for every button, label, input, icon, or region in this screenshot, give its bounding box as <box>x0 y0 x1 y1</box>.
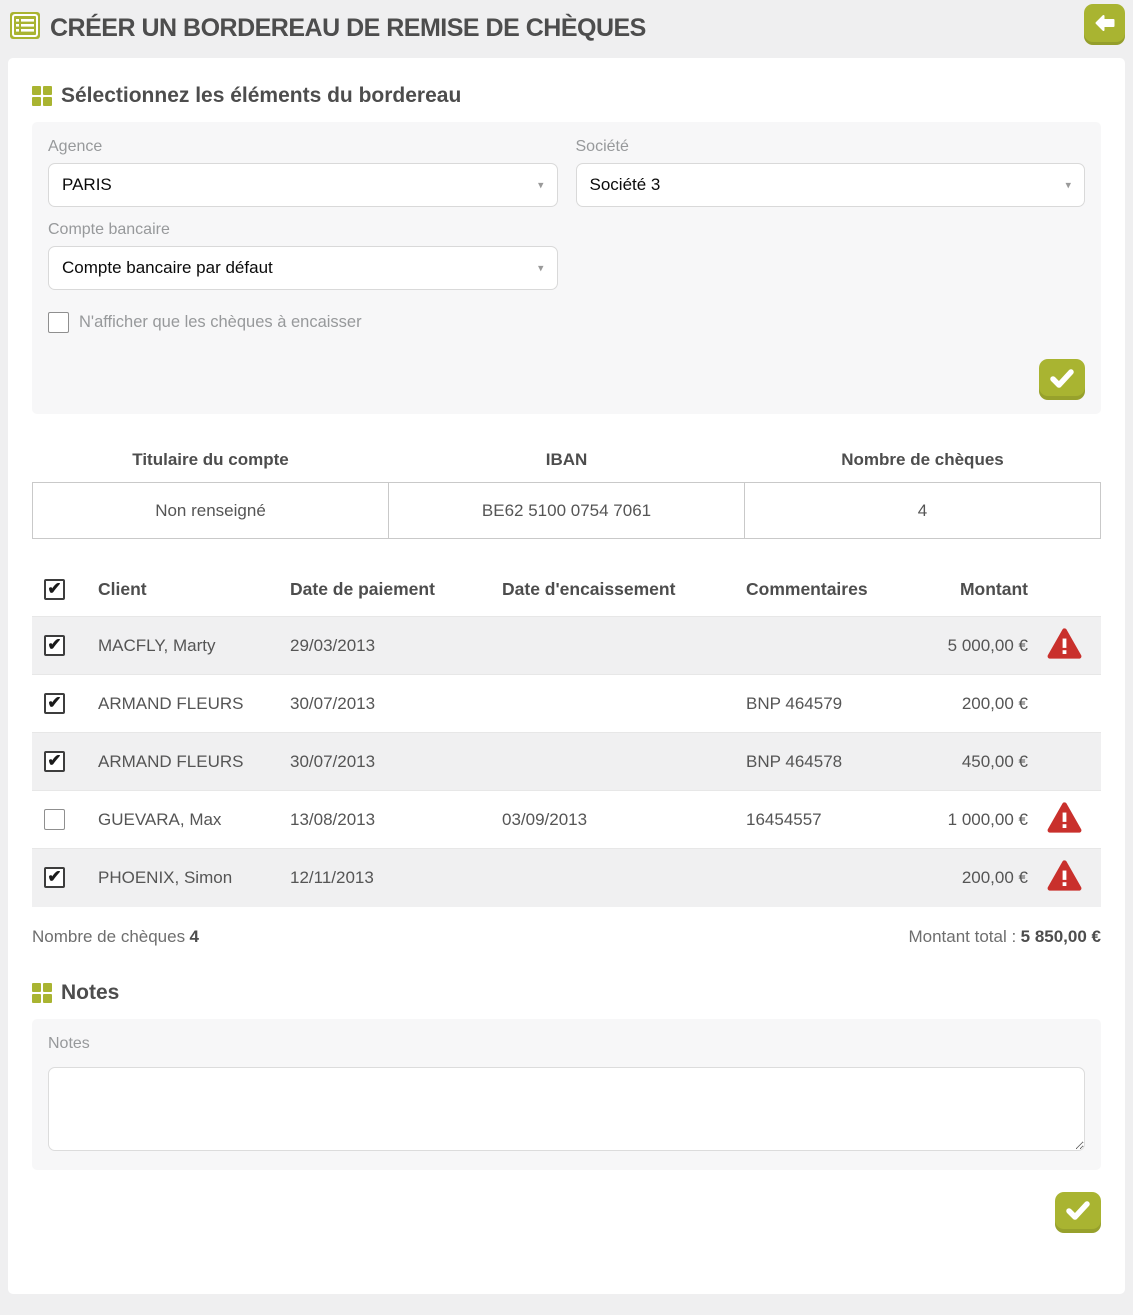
row-checkbox[interactable] <box>44 693 65 714</box>
titulaire-value: Non renseigné <box>33 483 389 539</box>
main-card: Sélectionnez les éléments du bordereau A… <box>8 58 1125 1294</box>
date-paiement-cell: 30/07/2013 <box>290 675 502 733</box>
field-compte-bancaire: Compte bancaire Compte bancaire par défa… <box>48 221 558 290</box>
table-row: PHOENIX, Simon 12/11/2013 200,00 € <box>32 849 1101 907</box>
column-header: IBAN <box>389 440 745 483</box>
account-summary-row: Non renseigné BE62 5100 0754 7061 4 <box>33 483 1101 539</box>
compte-label: Compte bancaire <box>48 221 558 239</box>
validate-selection-button[interactable] <box>1039 359 1085 400</box>
warning-icon <box>1047 877 1082 896</box>
date-paiement-cell: 13/08/2013 <box>290 791 502 849</box>
chevron-down-icon: ▾ <box>538 262 544 275</box>
warning-icon <box>1047 819 1082 838</box>
section-title: Sélectionnez les éléments du bordereau <box>61 84 461 108</box>
column-header-client: Client <box>98 565 290 617</box>
date-paiement-cell: 29/03/2013 <box>290 617 502 675</box>
cheques-table: Client Date de paiement Date d'encaissem… <box>32 565 1101 907</box>
top-bar: CRÉER UN BORDEREAU DE REMISE DE CHÈQUES <box>0 0 1133 58</box>
grid-icon <box>32 86 52 106</box>
date-encaissement-cell: 03/09/2013 <box>502 791 746 849</box>
notes-input[interactable] <box>48 1067 1085 1151</box>
row-checkbox[interactable] <box>44 751 65 772</box>
montant-cell: 200,00 € <box>946 675 1028 733</box>
societe-select[interactable]: Société 3 ▾ <box>576 163 1086 207</box>
arrow-left-icon <box>1093 11 1117 38</box>
commentaires-cell: 16454557 <box>746 791 946 849</box>
check-icon <box>1066 1201 1090 1223</box>
date-paiement-cell: 30/07/2013 <box>290 733 502 791</box>
column-header: Nombre de chèques <box>745 440 1101 483</box>
client-cell: ARMAND FLEURS <box>98 733 290 791</box>
filter-checkbox-label: N'afficher que les chèques à encaisser <box>79 313 362 332</box>
column-header: Titulaire du compte <box>33 440 389 483</box>
chevron-down-icon: ▾ <box>538 179 544 192</box>
field-societe: Société Société 3 ▾ <box>576 138 1086 207</box>
submit-button[interactable] <box>1055 1192 1101 1233</box>
column-header-date-paiement: Date de paiement <box>290 565 502 617</box>
filter-checkbox-row: N'afficher que les chèques à encaisser <box>48 312 1085 333</box>
table-footer: Nombre de chèques 4 Montant total : 5 85… <box>32 927 1101 947</box>
section-header-notes: Notes <box>32 981 1101 1005</box>
montant-cell: 5 000,00 € <box>946 617 1028 675</box>
agence-value: PARIS <box>62 175 112 195</box>
table-row: ARMAND FLEURS 30/07/2013 BNP 464579 200,… <box>32 675 1101 733</box>
date-encaissement-cell <box>502 849 746 907</box>
table-row: MACFLY, Marty 29/03/2013 5 000,00 € <box>32 617 1101 675</box>
nombre-cheques-value: 4 <box>745 483 1101 539</box>
account-summary-table: Titulaire du compte IBAN Nombre de chèqu… <box>32 440 1101 539</box>
chevron-down-icon: ▾ <box>1065 179 1071 192</box>
date-paiement-cell: 12/11/2013 <box>290 849 502 907</box>
warning-icon <box>1047 645 1082 664</box>
date-encaissement-cell <box>502 617 746 675</box>
filter-checkbox[interactable] <box>48 312 69 333</box>
compte-value: Compte bancaire par défaut <box>62 258 273 278</box>
commentaires-cell: BNP 464578 <box>746 733 946 791</box>
row-checkbox[interactable] <box>44 635 65 656</box>
total-label: Montant total : <box>908 927 1016 946</box>
agence-label: Agence <box>48 138 558 156</box>
cheques-count: Nombre de chèques 4 <box>32 927 199 947</box>
commentaires-cell <box>746 617 946 675</box>
montant-cell: 450,00 € <box>946 733 1028 791</box>
back-button[interactable] <box>1084 4 1125 45</box>
notes-panel: Notes <box>32 1019 1101 1170</box>
section-header-selection: Sélectionnez les éléments du bordereau <box>32 84 1101 108</box>
count-label: Nombre de chèques <box>32 927 185 946</box>
notes-section-title: Notes <box>61 981 119 1005</box>
montant-cell: 200,00 € <box>946 849 1028 907</box>
date-encaissement-cell <box>502 733 746 791</box>
commentaires-cell: BNP 464579 <box>746 675 946 733</box>
client-cell: GUEVARA, Max <box>98 791 290 849</box>
column-header-montant: Montant <box>946 565 1028 617</box>
page-title: CRÉER UN BORDEREAU DE REMISE DE CHÈQUES <box>50 8 646 48</box>
row-checkbox[interactable] <box>44 867 65 888</box>
client-cell: MACFLY, Marty <box>98 617 290 675</box>
compte-select[interactable]: Compte bancaire par défaut ▾ <box>48 246 558 290</box>
check-icon <box>1050 369 1074 391</box>
count-value: 4 <box>190 927 199 946</box>
selection-panel: Agence PARIS ▾ Société Société 3 ▾ Compt… <box>32 122 1101 414</box>
total-amount: Montant total : 5 850,00 € <box>908 927 1101 947</box>
agence-select[interactable]: PARIS ▾ <box>48 163 558 207</box>
commentaires-cell <box>746 849 946 907</box>
societe-value: Société 3 <box>590 175 661 195</box>
total-value: 5 850,00 € <box>1021 927 1101 946</box>
select-all-checkbox[interactable] <box>44 579 65 600</box>
column-header-commentaires: Commentaires <box>746 565 946 617</box>
client-cell: ARMAND FLEURS <box>98 675 290 733</box>
row-checkbox[interactable] <box>44 809 65 830</box>
montant-cell: 1 000,00 € <box>946 791 1028 849</box>
societe-label: Société <box>576 138 1086 156</box>
list-icon <box>10 12 40 44</box>
column-header-date-encaissement: Date d'encaissement <box>502 565 746 617</box>
grid-icon <box>32 983 52 1003</box>
table-row: ARMAND FLEURS 30/07/2013 BNP 464578 450,… <box>32 733 1101 791</box>
client-cell: PHOENIX, Simon <box>98 849 290 907</box>
table-row: GUEVARA, Max 13/08/2013 03/09/2013 16454… <box>32 791 1101 849</box>
iban-value: BE62 5100 0754 7061 <box>389 483 745 539</box>
date-encaissement-cell <box>502 675 746 733</box>
field-agence: Agence PARIS ▾ <box>48 138 558 207</box>
notes-label: Notes <box>48 1035 1085 1053</box>
